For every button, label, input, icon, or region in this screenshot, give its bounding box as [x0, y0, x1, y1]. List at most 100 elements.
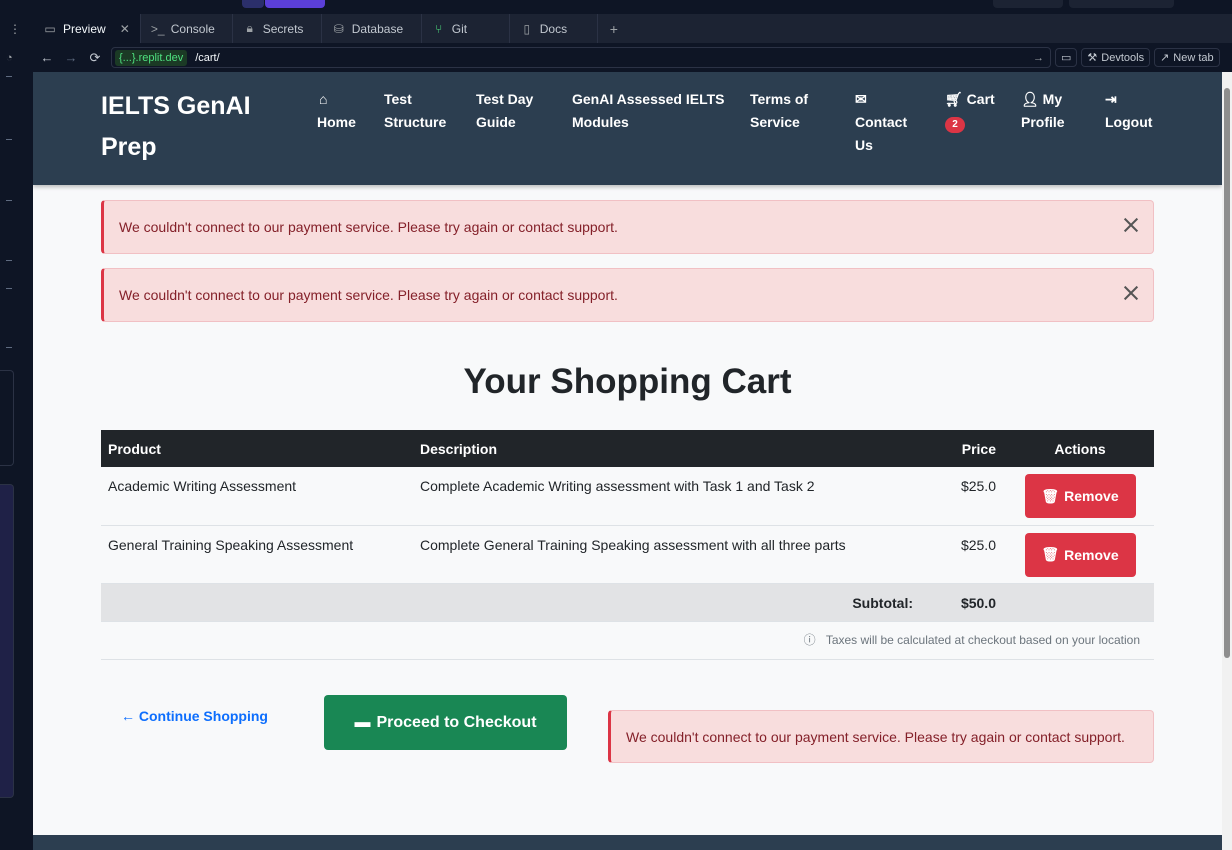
rail-panel [0, 370, 14, 466]
cart-icon: 🛒︎ [945, 91, 963, 107]
alert-message: We couldn't connect to our payment servi… [119, 287, 618, 303]
rail-divider [6, 139, 12, 140]
nav-test-day-guide[interactable]: Test Day Guide [476, 88, 551, 134]
nav-logout[interactable]: ⇥ Logout [1105, 88, 1152, 134]
terminal-icon: >_ [150, 21, 165, 36]
alert-message: We couldn't connect to our payment servi… [119, 219, 618, 235]
subtotal-value: $50.0 [929, 583, 1006, 622]
nav-test-structure[interactable]: Test Structure [384, 88, 454, 134]
home-icon: ⌂ [319, 91, 328, 107]
device-toggle-button[interactable]: ▭ [1055, 48, 1078, 67]
top-pill [1069, 0, 1174, 8]
wrench-icon: ⚒ [1087, 52, 1098, 64]
proceed-to-checkout-button[interactable]: ▬ Proceed to Checkout [324, 695, 567, 750]
remove-button[interactable]: 🗑︎ Remove [1024, 474, 1136, 518]
product-cell: General Training Speaking Assessment [101, 525, 413, 584]
rail-divider [6, 288, 12, 289]
continue-label: Continue Shopping [138, 708, 268, 724]
book-icon: ▯ [523, 21, 531, 36]
remove-label: Remove [1064, 488, 1119, 504]
nav-label: Contact Us [855, 114, 908, 153]
nav-home[interactable]: ⌂ Home [317, 88, 356, 134]
monitor-icon: ▭ [44, 21, 56, 36]
tab-docs[interactable]: ▯ Docs [510, 14, 598, 43]
tab-label: Database [351, 21, 404, 36]
external-link-icon: ↗ [1160, 52, 1170, 64]
actions-cell: 🗑︎ Remove [1006, 525, 1154, 584]
tab-git[interactable]: ⑂ Git [422, 14, 510, 43]
nav-label: Logout [1105, 114, 1153, 130]
envelope-icon: ✉ [855, 91, 867, 107]
price-cell: $25.0 [929, 525, 1006, 584]
arrow-left-icon: ← [121, 708, 135, 724]
devtools-label: Devtools [1101, 51, 1145, 64]
screen-icon: ▭ [1061, 52, 1072, 64]
tab-preview[interactable]: ▭ Preview ✕ [33, 14, 141, 43]
ide-tab-bar: ▭ Preview ✕ >_ Console 🔒︎ Secrets ⛁ Data… [33, 14, 1232, 43]
close-icon[interactable]: ✕ [120, 22, 130, 36]
actions-cell: 🗑︎ Remove [1006, 467, 1154, 526]
tab-console[interactable]: >_ Console [141, 14, 233, 43]
url-input[interactable]: {...}.replit.dev /cart/ → [111, 47, 1051, 68]
nav-contact[interactable]: ✉ Contact Us [855, 88, 915, 157]
site-footer [33, 835, 1222, 850]
table-header-row: Product Description Price Actions [101, 430, 1154, 467]
sign-out-icon: ⇥ [1105, 91, 1117, 107]
url-path: /cart/ [195, 51, 220, 64]
nav-terms[interactable]: Terms of Service [750, 88, 830, 134]
remove-button[interactable]: 🗑︎ Remove [1024, 532, 1136, 577]
price-cell: $25.0 [929, 467, 1006, 526]
user-icon: 👤︎ [1021, 91, 1039, 107]
trash-icon: 🗑︎ [1041, 487, 1060, 504]
tab-secrets[interactable]: 🔒︎ Secrets [233, 14, 322, 43]
rail-divider [6, 200, 12, 201]
subtotal-empty-cell [1006, 583, 1154, 622]
checkout-label: Proceed to Checkout [376, 713, 537, 731]
nav-profile[interactable]: 👤︎ My Profile [1021, 88, 1081, 134]
kebab-icon[interactable]: ⋮ [9, 22, 21, 36]
tab-label: Git [451, 21, 468, 36]
continue-shopping-link[interactable]: ← Continue Shopping [121, 708, 268, 724]
table-row: General Training Speaking Assessment Com… [101, 525, 1154, 584]
new-tab-button[interactable]: ↗ New tab [1154, 48, 1220, 67]
column-header-description: Description [413, 430, 929, 467]
trash-icon: 🗑︎ [1041, 546, 1060, 562]
database-icon: ⛁ [333, 21, 344, 36]
devtools-button[interactable]: ⚒ Devtools [1081, 48, 1151, 67]
cart-count-badge: 2 [945, 117, 965, 133]
rail-divider [6, 76, 12, 77]
nav-modules[interactable]: GenAI Assessed IELTS Modules [572, 88, 727, 134]
top-pill-active [265, 0, 325, 8]
remove-label: Remove [1064, 546, 1119, 563]
credit-card-icon: ▬ [354, 713, 371, 731]
site-navbar: IELTS GenAI Prep ⌂ Home Test Structure T… [33, 72, 1222, 185]
forward-arrow-icon[interactable]: → [59, 50, 83, 65]
tab-database[interactable]: ⛁ Database [322, 14, 422, 43]
scrollbar[interactable] [1222, 72, 1232, 850]
ide-left-rail: ⋮ ◔ [0, 14, 34, 850]
url-host: {...}.replit.dev [115, 49, 188, 66]
table-row: Academic Writing Assessment Complete Aca… [101, 467, 1154, 526]
lock-icon: 🔒︎ [246, 21, 253, 35]
back-arrow-icon[interactable]: ← [35, 50, 59, 65]
nav-label: Cart [966, 91, 995, 107]
gauge-icon[interactable]: ◔ [6, 52, 13, 64]
browser-url-bar: ← → ⟳ {...}.replit.dev /cart/ → ▭ ⚒ Devto… [33, 43, 1232, 72]
rail-divider [6, 260, 12, 261]
reload-icon[interactable]: ⟳ [83, 50, 107, 66]
cart-table: Product Description Price Actions Academ… [101, 430, 1154, 622]
scrollbar-thumb[interactable] [1224, 88, 1230, 658]
info-icon: ⓘ [803, 633, 816, 647]
top-pill [993, 0, 1063, 8]
add-tab-button[interactable]: + [598, 14, 630, 43]
rail-panel-active [0, 484, 14, 798]
tab-label: Console [170, 21, 215, 36]
go-arrow-icon[interactable]: → [1033, 52, 1044, 64]
site-brand[interactable]: IELTS GenAI Prep [101, 86, 271, 168]
subtotal-label: Subtotal: [101, 583, 929, 622]
nav-cart[interactable]: 🛒︎ Cart 2 [945, 88, 995, 134]
description-cell: Complete Academic Writing assessment wit… [413, 467, 929, 526]
close-icon[interactable] [1121, 215, 1141, 235]
close-icon[interactable] [1121, 283, 1141, 303]
error-alert: We couldn't connect to our payment servi… [101, 200, 1154, 254]
